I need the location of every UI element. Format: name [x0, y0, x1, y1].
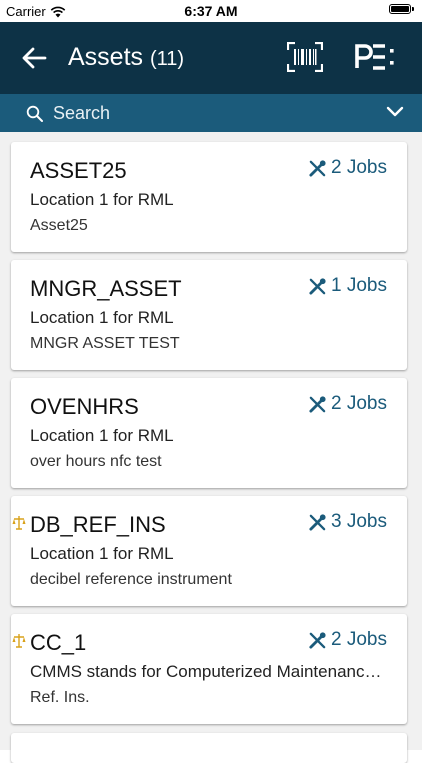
nav-bar: Assets (11) — [0, 22, 422, 94]
wrench-screwdriver-icon — [309, 159, 326, 177]
jobs-count: 1 Jobs — [331, 275, 387, 296]
asset-description: Asset25 — [30, 217, 88, 234]
asset-card[interactable]: MNGR_ASSET Location 1 for RML MNGR ASSET… — [11, 260, 407, 370]
wrench-screwdriver-icon — [309, 395, 326, 413]
search-icon — [26, 105, 43, 122]
jobs-link[interactable]: 2 Jobs — [308, 629, 387, 651]
search-bar[interactable]: Search — [0, 94, 422, 132]
asset-name: CC_1 — [30, 630, 87, 655]
asset-location: Location 1 for RML — [30, 308, 174, 327]
wrench-screwdriver-icon — [309, 513, 326, 531]
asset-description: over hours nfc test — [30, 453, 162, 470]
reference-instrument-icon — [12, 634, 26, 648]
asset-name: OVENHRS — [30, 394, 139, 419]
chevron-down-icon[interactable] — [386, 105, 404, 119]
reference-instrument-icon — [12, 516, 26, 530]
asset-card[interactable]: CC_1 CMMS stands for Computerized Mainte… — [11, 614, 407, 724]
battery-indicator — [389, 4, 414, 14]
asset-card[interactable]: DB_REF_INS Location 1 for RML decibel re… — [11, 496, 407, 606]
status-bar: Carrier 6:37 AM — [0, 0, 422, 22]
jobs-count: 2 Jobs — [331, 629, 387, 650]
asset-description: decibel reference instrument — [30, 571, 232, 588]
battery-cap — [412, 7, 414, 11]
jobs-link[interactable]: 2 Jobs — [308, 393, 387, 415]
asset-location: CMMS stands for Computerized Maintenance… — [30, 662, 390, 681]
asset-location: Location 1 for RML — [30, 544, 174, 563]
jobs-link[interactable]: 1 Jobs — [308, 275, 387, 297]
asset-description: Ref. Ins. — [30, 689, 90, 706]
asset-list[interactable]: ASSET25 Location 1 for RML Asset25 2 Job… — [0, 132, 422, 750]
asset-name: MNGR_ASSET — [30, 276, 182, 301]
asset-location: Location 1 for RML — [30, 190, 174, 209]
barcode-scan-icon[interactable] — [287, 42, 323, 72]
search-input[interactable]: Search — [53, 103, 110, 124]
jobs-link[interactable]: 3 Jobs — [308, 511, 387, 533]
asset-location: Location 1 for RML — [30, 426, 174, 445]
asset-card[interactable]: OVENHRS Location 1 for RML over hours nf… — [11, 378, 407, 488]
page-title-text: Assets — [68, 43, 144, 71]
battery-fill — [391, 6, 409, 12]
battery-icon — [389, 4, 411, 14]
page-title: Assets (11) — [68, 43, 184, 72]
pe-menu-icon[interactable] — [354, 44, 398, 70]
wrench-screwdriver-icon — [309, 631, 326, 649]
asset-card[interactable]: ASSET25 Location 1 for RML Asset25 2 Job… — [11, 142, 407, 252]
asset-name: ASSET25 — [30, 158, 127, 183]
status-time: 6:37 AM — [184, 3, 238, 19]
asset-description: MNGR ASSET TEST — [30, 335, 180, 352]
jobs-count: 3 Jobs — [331, 511, 387, 532]
jobs-count: 2 Jobs — [331, 157, 387, 178]
asset-count: (11) — [149, 48, 185, 70]
asset-card-partial[interactable] — [11, 733, 407, 763]
wrench-screwdriver-icon — [309, 277, 326, 295]
jobs-link[interactable]: 2 Jobs — [308, 157, 387, 179]
jobs-count: 2 Jobs — [331, 393, 387, 414]
asset-name: DB_REF_INS — [30, 512, 166, 537]
back-arrow-icon[interactable] — [20, 44, 48, 72]
